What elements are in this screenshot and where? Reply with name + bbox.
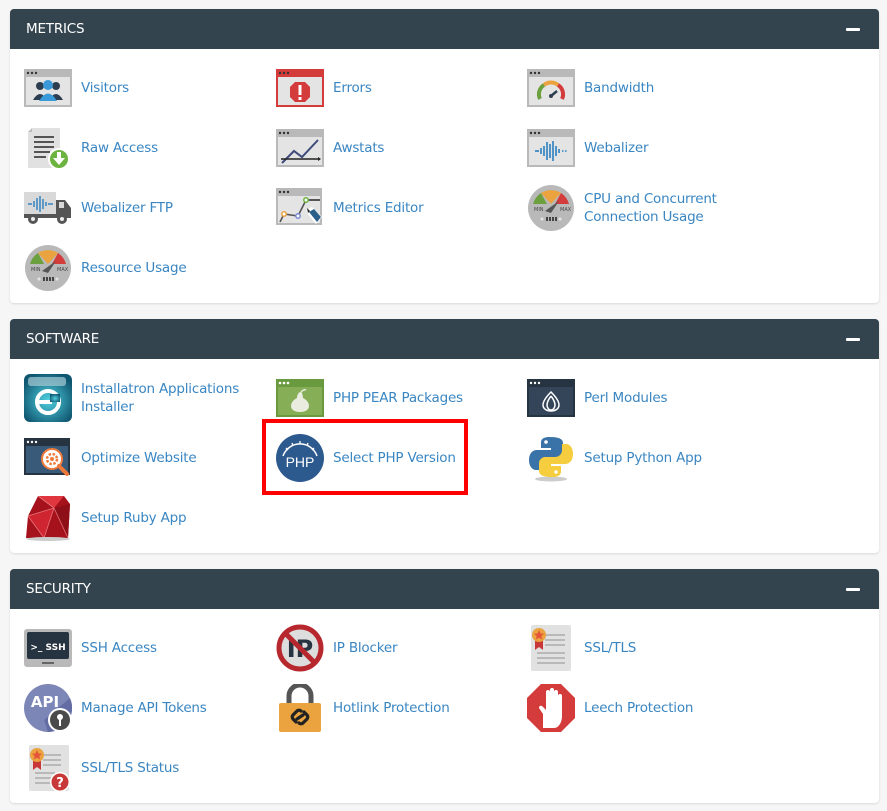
- errors-icon: [276, 64, 324, 112]
- svg-text:API: API: [31, 693, 59, 711]
- item-ssl-tls[interactable]: SSL/TLS: [527, 622, 636, 674]
- software-panel: SOFTWARE Installatron Applications Insta…: [10, 319, 879, 553]
- item-setup-python-app[interactable]: Setup Python App: [527, 432, 702, 484]
- svg-text:MIN: MIN: [534, 207, 544, 213]
- item-label: SSL/TLS Status: [81, 760, 180, 776]
- awstats-icon: [276, 124, 324, 172]
- item-label: Awstats: [333, 140, 385, 156]
- item-leech-protection[interactable]: Leech Protection: [527, 682, 693, 734]
- item-label: Manage API Tokens: [81, 700, 207, 716]
- item-webalizer-ftp[interactable]: Webalizer FTP: [24, 182, 173, 234]
- svg-text:PHP: PHP: [286, 454, 315, 470]
- item-label: Webalizer: [584, 140, 649, 156]
- item-metrics-editor[interactable]: Metrics Editor: [276, 182, 424, 234]
- minus-icon[interactable]: [846, 582, 860, 596]
- api-tokens-icon: API: [24, 684, 72, 732]
- webalizer-icon: [527, 124, 575, 172]
- item-label: Metrics Editor: [333, 200, 424, 216]
- item-resource-usage[interactable]: MIN MAX Resource Usage: [24, 242, 187, 294]
- hotlink-protection-icon: [276, 684, 324, 732]
- item-label: SSL/TLS: [584, 640, 637, 656]
- item-label: Webalizer FTP: [81, 200, 173, 216]
- metrics-header[interactable]: METRICS: [10, 9, 879, 49]
- minus-icon[interactable]: [846, 22, 860, 36]
- item-label: Visitors: [81, 80, 130, 96]
- security-header[interactable]: SECURITY: [10, 569, 879, 609]
- php-icon: PHP: [276, 434, 324, 482]
- item-setup-ruby-app[interactable]: Setup Ruby App: [24, 492, 187, 544]
- svg-text:MAX: MAX: [560, 207, 572, 213]
- item-awstats[interactable]: Awstats: [276, 122, 384, 174]
- item-ssl-tls-status[interactable]: ? SSL/TLS Status: [24, 742, 179, 794]
- item-installatron[interactable]: Installatron Applications Installer: [24, 372, 251, 424]
- php-pear-icon: [276, 374, 324, 422]
- item-label: CPU and Concurrent Connection Usage: [584, 191, 717, 225]
- item-label: Errors: [333, 80, 372, 96]
- item-hotlink-protection[interactable]: Hotlink Protection: [276, 682, 450, 734]
- item-optimize-website[interactable]: Optimize Website: [24, 432, 197, 484]
- item-visitors[interactable]: Visitors: [24, 62, 129, 114]
- item-label: IP Blocker: [333, 640, 398, 656]
- svg-text:MIN: MIN: [31, 267, 41, 273]
- item-label: Raw Access: [81, 140, 158, 156]
- webalizer-ftp-icon: [24, 184, 72, 232]
- ssh-icon: >_ SSH: [24, 624, 72, 672]
- item-select-php-version[interactable]: PHP Select PHP Version: [276, 432, 456, 484]
- item-webalizer[interactable]: Webalizer: [527, 122, 649, 174]
- item-cpu-usage[interactable]: MIN MAX CPU and Concurrent Connection Usa…: [527, 182, 754, 234]
- software-header[interactable]: SOFTWARE: [10, 319, 879, 359]
- leech-protection-icon: [527, 684, 575, 732]
- item-label: PHP PEAR Packages: [333, 390, 463, 406]
- item-label: Resource Usage: [81, 260, 187, 276]
- item-label: Perl Modules: [584, 390, 668, 406]
- item-bandwidth[interactable]: Bandwidth: [527, 62, 654, 114]
- metrics-panel: METRICS Visitors Errors Bandwidth Raw Ac…: [10, 9, 879, 303]
- item-label: Setup Python App: [584, 450, 702, 466]
- perl-modules-icon: [527, 374, 575, 422]
- item-label: SSH Access: [81, 640, 157, 656]
- svg-text:?: ?: [56, 776, 64, 791]
- optimize-website-icon: [24, 434, 72, 482]
- item-label: Optimize Website: [81, 450, 197, 466]
- cpu-usage-icon: MIN MAX: [527, 184, 575, 232]
- software-title: SOFTWARE: [26, 331, 100, 347]
- item-php-pear[interactable]: PHP PEAR Packages: [276, 372, 463, 424]
- item-label: Setup Ruby App: [81, 510, 187, 526]
- item-ssh-access[interactable]: >_ SSH SSH Access: [24, 622, 157, 674]
- item-label: Bandwidth: [584, 80, 655, 96]
- resource-usage-icon: MIN MAX: [24, 244, 72, 292]
- ip-blocker-icon: IP: [276, 624, 324, 672]
- svg-text:MAX: MAX: [57, 267, 69, 273]
- item-label: Installatron Applications Installer: [81, 381, 240, 415]
- security-panel: SECURITY >_ SSH SSH Access IP IP Blocker…: [10, 569, 879, 803]
- item-ip-blocker[interactable]: IP IP Blocker: [276, 622, 398, 674]
- item-errors[interactable]: Errors: [276, 62, 372, 114]
- metrics-editor-icon: [276, 184, 324, 232]
- item-label: Hotlink Protection: [333, 700, 450, 716]
- item-label: Leech Protection: [584, 700, 694, 716]
- bandwidth-icon: [527, 64, 575, 112]
- visitors-icon: [24, 64, 72, 112]
- minus-icon[interactable]: [846, 332, 860, 346]
- svg-text:>_ SSH: >_ SSH: [30, 643, 65, 653]
- security-title: SECURITY: [26, 581, 91, 597]
- ssl-tls-status-icon: ?: [24, 744, 72, 792]
- item-raw-access[interactable]: Raw Access: [24, 122, 158, 174]
- item-label: Select PHP Version: [333, 450, 456, 466]
- metrics-title: METRICS: [26, 21, 85, 37]
- raw-access-icon: [24, 124, 72, 172]
- item-perl-modules[interactable]: Perl Modules: [527, 372, 667, 424]
- installatron-icon: [24, 374, 72, 422]
- ssl-tls-icon: [527, 624, 575, 672]
- ruby-icon: [24, 494, 72, 542]
- item-manage-api-tokens[interactable]: API Manage API Tokens: [24, 682, 207, 734]
- python-icon: [527, 434, 575, 482]
